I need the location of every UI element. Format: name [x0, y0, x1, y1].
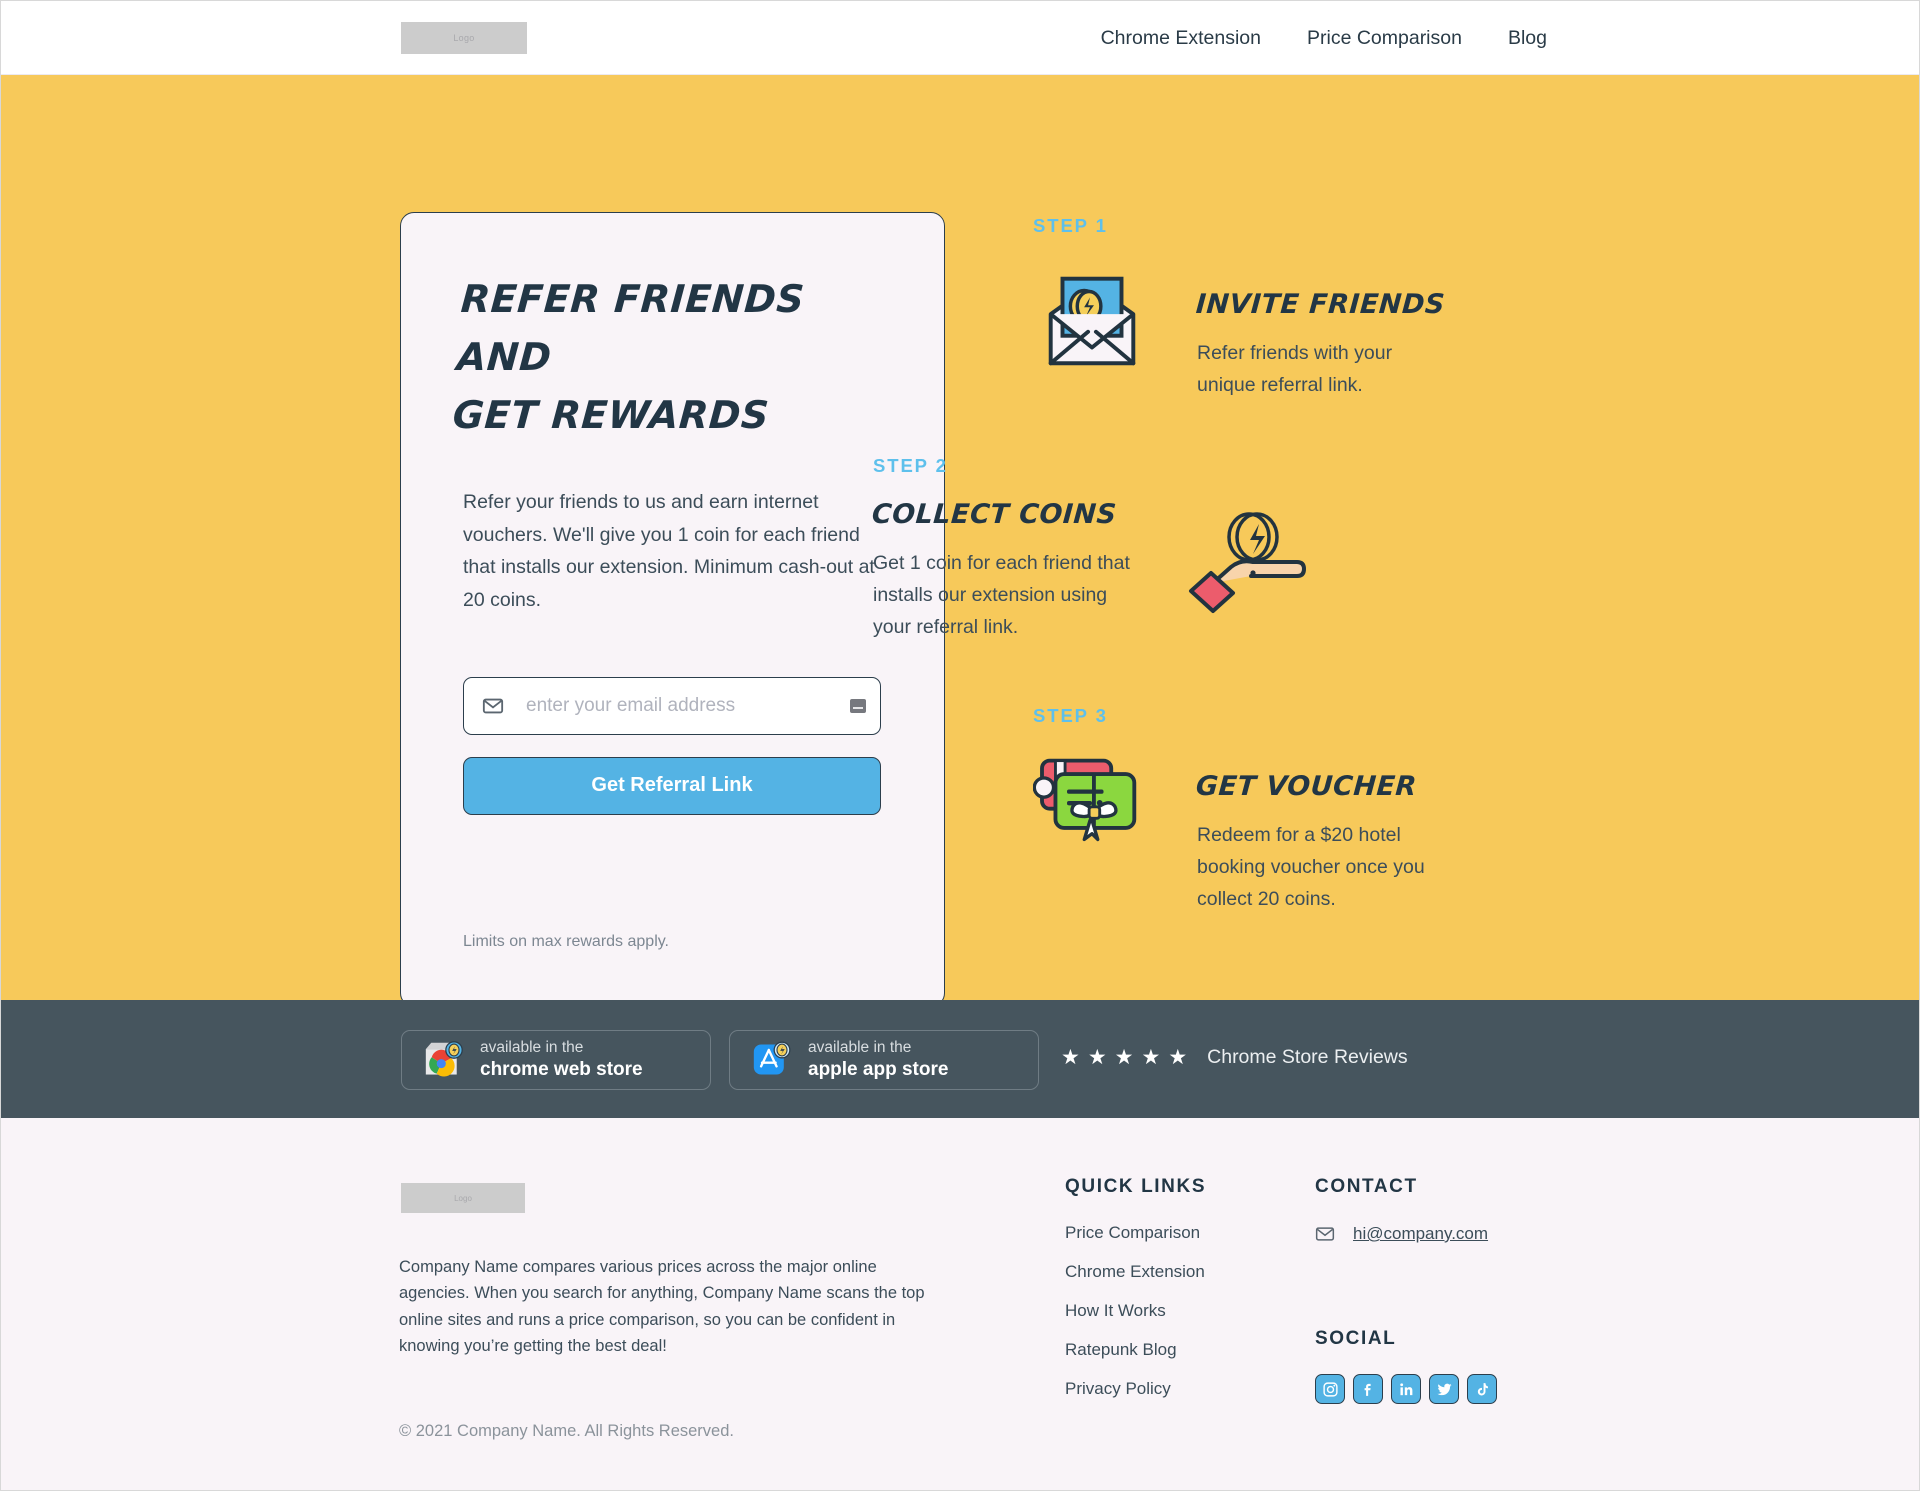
- chrome-store-icon: [425, 1041, 463, 1077]
- get-referral-link-button[interactable]: Get Referral Link: [463, 756, 881, 815]
- step-2: STEP 2 Collect Coins Get 1 coin for each…: [870, 455, 1563, 643]
- chrome-badge-small-text: available in the: [480, 1039, 584, 1057]
- facebook-icon[interactable]: [1353, 1374, 1383, 1404]
- footer-contact: CONTACT hi@company.com: [1315, 1176, 1488, 1244]
- footer-link-price-comparison[interactable]: Price Comparison: [1065, 1223, 1206, 1243]
- step-2-label: STEP 2: [873, 455, 948, 476]
- hero-section: Refer Friends and Get Rewards Refer your…: [1, 75, 1919, 1007]
- footer-copyright: © 2021 Company Name. All Rights Reserved…: [399, 1422, 734, 1440]
- top-navbar: Logo Chrome Extension Price Comparison B…: [1, 1, 1919, 75]
- apple-store-icon: [753, 1041, 791, 1075]
- twitter-icon[interactable]: [1429, 1374, 1459, 1404]
- social-title: SOCIAL: [1315, 1328, 1397, 1349]
- step-3-label: STEP 3: [1033, 705, 1108, 726]
- footer-social: SOCIAL: [1315, 1328, 1497, 1404]
- linkedin-icon[interactable]: [1391, 1374, 1421, 1404]
- contact-email[interactable]: hi@company.com: [1353, 1224, 1488, 1244]
- nav-link-blog[interactable]: Blog: [1508, 27, 1547, 50]
- instagram-icon[interactable]: [1315, 1374, 1345, 1404]
- contact-title: CONTACT: [1315, 1176, 1418, 1197]
- step-3: STEP 3 GET VOUCHER Redeem for a $20 hote…: [1033, 705, 1563, 915]
- chrome-badge-big-text: chrome web store: [480, 1058, 643, 1080]
- footer-quick-links: QUICK LINKS Price Comparison Chrome Exte…: [1065, 1176, 1206, 1399]
- step-2-body: Get 1 coin for each friend that installs…: [873, 552, 1130, 638]
- step-3-body: Redeem for a $20 hotel booking voucher o…: [1197, 824, 1425, 910]
- step-3-heading: Get Voucher: [1194, 771, 1418, 802]
- refer-card-description: Refer your friends to us and earn intern…: [463, 491, 875, 611]
- autofill-icon[interactable]: [850, 698, 866, 713]
- hand-coin-illustration: [1189, 512, 1306, 613]
- apple-badge-big-text: apple app store: [808, 1058, 949, 1080]
- refer-card: Refer Friends and Get Rewards Refer your…: [400, 212, 945, 1007]
- header-logo[interactable]: Logo: [401, 22, 527, 54]
- apple-badge-small-text: available in the: [808, 1039, 912, 1057]
- star-icon: ★: [1061, 1046, 1080, 1069]
- footer-link-chrome-extension[interactable]: Chrome Extension: [1065, 1262, 1206, 1282]
- refer-card-title: Refer Friends and Get Rewards: [451, 271, 882, 444]
- envelope-icon: [482, 698, 504, 713]
- reviews-label: Chrome Store Reviews: [1207, 1046, 1408, 1068]
- footer-about-text: Company Name compares various prices acr…: [399, 1258, 925, 1356]
- apple-app-store-badge[interactable]: available in the apple app store: [729, 1030, 1039, 1090]
- step-2-heading: Collect Coins: [870, 499, 1118, 530]
- star-icon: ★: [1114, 1046, 1134, 1069]
- footer-logo-label: Logo: [454, 1193, 472, 1203]
- nav-links: Chrome Extension Price Comparison Blog: [1101, 1, 1547, 75]
- nav-link-price-comparison[interactable]: Price Comparison: [1307, 27, 1462, 50]
- footer-link-ratepunk-blog[interactable]: Ratepunk Blog: [1065, 1340, 1206, 1360]
- star-icon: ★: [1141, 1046, 1161, 1069]
- nav-link-chrome-extension[interactable]: Chrome Extension: [1101, 27, 1261, 50]
- star-icon: ★: [1168, 1046, 1188, 1069]
- envelope-coin-illustration: [1048, 276, 1136, 366]
- page-root: Logo Chrome Extension Price Comparison B…: [0, 0, 1920, 1491]
- tiktok-icon[interactable]: [1467, 1374, 1497, 1404]
- star-icon: ★: [1087, 1046, 1107, 1069]
- step-1-heading: Invite Friends: [1194, 289, 1447, 320]
- step-1: STEP 1 Invite Friends Refer friends with…: [1033, 215, 1563, 402]
- step-1-label: STEP 1: [1033, 215, 1108, 236]
- quick-links-title: QUICK LINKS: [1065, 1176, 1207, 1197]
- store-badges-bar: available in the chrome web store availa…: [1, 1000, 1919, 1118]
- footer-link-privacy-policy[interactable]: Privacy Policy: [1065, 1379, 1206, 1399]
- footer-logo[interactable]: Logo: [401, 1183, 525, 1213]
- footer-link-how-it-works[interactable]: How It Works: [1065, 1301, 1206, 1321]
- header-logo-label: Logo: [453, 33, 475, 43]
- store-reviews: ★ ★ ★ ★ ★ Chrome Store Reviews: [1061, 1046, 1408, 1069]
- page-footer: Logo Company Name compares various price…: [1, 1118, 1919, 1490]
- email-field-wrapper[interactable]: [463, 676, 881, 735]
- gift-voucher-illustration: [1033, 758, 1137, 842]
- limits-note: Limits on max rewards apply.: [463, 933, 669, 950]
- chrome-web-store-badge[interactable]: available in the chrome web store: [401, 1030, 711, 1090]
- refer-title-line-2: Get Rewards: [451, 392, 771, 437]
- envelope-icon: [1315, 1227, 1335, 1241]
- star-rating: ★ ★ ★ ★ ★: [1061, 1047, 1187, 1068]
- email-input[interactable]: [504, 694, 850, 717]
- refer-title-line-1: Refer Friends and: [455, 277, 807, 379]
- step-1-body: Refer friends with your unique referral …: [1197, 342, 1393, 396]
